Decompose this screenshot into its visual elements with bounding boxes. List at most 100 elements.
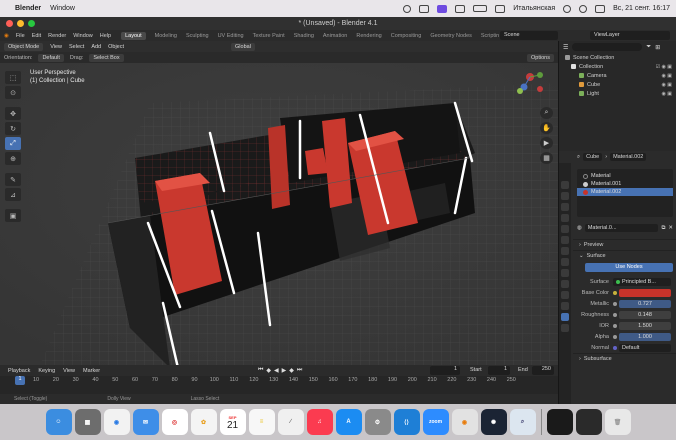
- viewport-menu-select[interactable]: Select: [69, 44, 84, 50]
- object-tab-icon[interactable]: [561, 247, 569, 255]
- outliner-row-collection[interactable]: Collection ☑ ◉ ▣: [559, 62, 676, 71]
- play-icon[interactable]: ▶: [282, 367, 287, 374]
- drag-dropdown[interactable]: Select Box: [89, 53, 124, 62]
- material-slot-list[interactable]: Material Material.001 Material.002: [577, 169, 673, 217]
- scale-tool-icon[interactable]: ⤢: [5, 137, 21, 150]
- material-browse-icon[interactable]: ◍: [577, 225, 582, 231]
- menu-edit[interactable]: Edit: [32, 33, 41, 39]
- visibility-icon[interactable]: ◉ ▣: [662, 73, 672, 79]
- jump-start-icon[interactable]: ⏮: [258, 367, 263, 374]
- launchpad-icon[interactable]: ▦: [74, 409, 101, 435]
- 3d-viewport[interactable]: User Perspective (1) Collection | Cube ⬚…: [0, 63, 558, 365]
- visibility-icon[interactable]: ◉ ▣: [662, 91, 672, 97]
- minimized-window-icon[interactable]: [575, 409, 602, 435]
- viewport-menu-object[interactable]: Object: [108, 44, 124, 50]
- calendar-icon[interactable]: SEP 21: [219, 409, 246, 435]
- freeform-icon[interactable]: ∕: [277, 409, 304, 435]
- material-name-field[interactable]: Material.0...: [584, 224, 659, 232]
- screen-mirror-icon[interactable]: [437, 4, 448, 13]
- menubar-app-name[interactable]: Blender: [15, 5, 41, 12]
- ior-field[interactable]: 1.500: [619, 321, 671, 330]
- timeline-keying-menu[interactable]: Keying: [38, 368, 55, 374]
- clock[interactable]: Вс, 21 сент. 16:17: [613, 5, 670, 12]
- blender-dock-icon[interactable]: ◉: [451, 409, 478, 435]
- tab-texture-paint[interactable]: Texture Paint: [253, 33, 285, 39]
- viewport-menu-add[interactable]: Add: [91, 44, 101, 50]
- annotate-tool-icon[interactable]: ✎: [5, 173, 21, 186]
- options-dropdown[interactable]: Options: [527, 53, 554, 62]
- play-reverse-icon[interactable]: ◀: [274, 367, 279, 374]
- camera-view-icon[interactable]: ▶: [540, 137, 553, 149]
- new-collection-icon[interactable]: ⊞: [655, 44, 660, 51]
- normal-field[interactable]: Default: [619, 343, 671, 352]
- menu-render[interactable]: Render: [48, 33, 66, 39]
- outliner-row-cube[interactable]: Cube ◉ ▣: [559, 80, 676, 89]
- menu-help[interactable]: Help: [100, 33, 111, 39]
- flag-icon[interactable]: [495, 4, 506, 13]
- modifier-tab-icon[interactable]: [561, 258, 569, 266]
- tab-rendering[interactable]: Rendering: [356, 33, 381, 39]
- tab-animation[interactable]: Animation: [323, 33, 347, 39]
- menubar-window[interactable]: Window: [50, 5, 75, 12]
- chatgpt-icon[interactable]: ✺: [480, 409, 507, 435]
- trash-icon[interactable]: 🗑: [604, 409, 631, 435]
- roughness-slider[interactable]: 0.148: [619, 310, 671, 319]
- scene-tab-icon[interactable]: [561, 225, 569, 233]
- notes-icon[interactable]: ≡: [248, 409, 275, 435]
- world-tab-icon[interactable]: [561, 236, 569, 244]
- texture-tab-icon[interactable]: [561, 324, 569, 332]
- alpha-slider[interactable]: 1.000: [619, 332, 671, 341]
- cursor-tool-icon[interactable]: ⊙: [5, 86, 21, 99]
- preview-panel-header[interactable]: › Preview: [573, 239, 676, 250]
- outliner-search[interactable]: [572, 43, 643, 51]
- move-tool-icon[interactable]: ✥: [5, 107, 21, 120]
- music-icon[interactable]: ♫: [306, 409, 333, 435]
- scene-selector[interactable]: Scene: [500, 31, 558, 40]
- timeline-ruler[interactable]: 1 10 20 30 40 50 60 70 80 90 100 110 120 130 140 150 16…: [0, 376, 558, 386]
- vscode-icon[interactable]: ⟨⟩: [393, 409, 420, 435]
- outliner-row-light[interactable]: Light ◉ ▣: [559, 89, 676, 98]
- surface-shader-field[interactable]: Principled B...: [613, 277, 671, 286]
- photo-booth-icon[interactable]: ◎: [161, 409, 188, 435]
- transform-orientation-dropdown[interactable]: Global: [231, 42, 255, 51]
- rotate-tool-icon[interactable]: ↻: [5, 122, 21, 135]
- remove-icon[interactable]: ✕: [668, 225, 673, 231]
- particles-tab-icon[interactable]: [561, 269, 569, 277]
- view-layer-tab-icon[interactable]: [561, 214, 569, 222]
- menu-file[interactable]: File: [16, 33, 25, 39]
- preview-icon[interactable]: ⌕: [509, 409, 536, 435]
- constraints-tab-icon[interactable]: [561, 291, 569, 299]
- material-slot[interactable]: Material.001: [577, 180, 673, 188]
- tool-tab-icon[interactable]: [561, 181, 569, 189]
- add-cube-tool-icon[interactable]: ▣: [5, 209, 21, 222]
- timeline-marker-menu[interactable]: Marker: [83, 368, 100, 374]
- control-center-icon[interactable]: [595, 4, 606, 13]
- material-slot-selected[interactable]: Material.002: [577, 188, 673, 196]
- minimize-window-button[interactable]: [17, 20, 24, 27]
- app-store-icon[interactable]: A: [335, 409, 362, 435]
- zoom-icon[interactable]: ⌕: [540, 107, 553, 119]
- outliner-row-scene-collection[interactable]: Scene Collection: [559, 53, 676, 62]
- chrome-icon[interactable]: ◉: [103, 409, 130, 435]
- tab-uv-editing[interactable]: UV Editing: [218, 33, 244, 39]
- keyboard-icon[interactable]: [455, 4, 466, 13]
- battery-icon[interactable]: [473, 5, 488, 12]
- display-icon[interactable]: [419, 4, 430, 13]
- timeline-playback-menu[interactable]: Playback: [8, 368, 30, 374]
- visibility-icon[interactable]: ☑ ◉ ▣: [656, 64, 672, 70]
- filter-icon[interactable]: ⏷: [646, 44, 651, 51]
- search-icon[interactable]: [579, 4, 588, 13]
- menu-window[interactable]: Window: [73, 33, 93, 39]
- tab-modeling[interactable]: Modeling: [155, 33, 177, 39]
- subsurface-panel-header[interactable]: › Subsurface: [573, 353, 676, 364]
- metallic-slider[interactable]: 0.727: [619, 299, 671, 308]
- orientation-dropdown[interactable]: Default: [38, 53, 64, 62]
- photos-icon[interactable]: ✿: [190, 409, 217, 435]
- material-slot[interactable]: Material: [577, 172, 673, 180]
- outliner-row-camera[interactable]: Camera ◉ ▣: [559, 71, 676, 80]
- start-frame-field[interactable]: 1: [488, 366, 510, 375]
- next-key-icon[interactable]: ◆: [289, 367, 294, 374]
- end-frame-field[interactable]: 250: [532, 366, 554, 375]
- copy-icon[interactable]: ⧉: [661, 225, 665, 232]
- tab-geometry-nodes[interactable]: Geometry Nodes: [430, 33, 472, 39]
